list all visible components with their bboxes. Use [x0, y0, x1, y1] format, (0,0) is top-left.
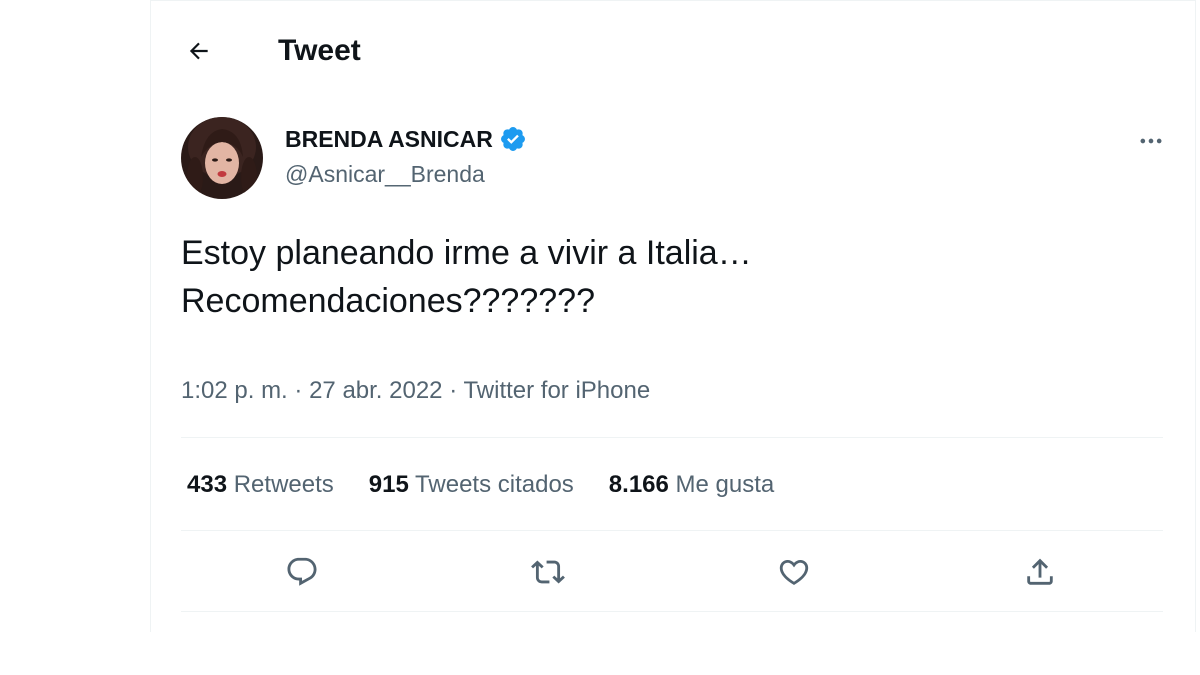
heart-icon	[779, 559, 809, 585]
verified-badge-icon	[499, 125, 527, 153]
tweet-time[interactable]: 1:02 p. m.	[181, 377, 288, 404]
tweet-source[interactable]: Twitter for iPhone	[463, 377, 650, 404]
meta-separator: ·	[449, 377, 458, 404]
author-handle[interactable]: @Asnicar__Brenda	[285, 157, 527, 191]
display-name[interactable]: BRENDA ASNICAR	[285, 126, 493, 153]
quotes-label: Tweets citados	[415, 471, 574, 498]
retweet-button[interactable]	[525, 549, 571, 595]
more-options-button[interactable]	[1133, 123, 1169, 159]
arrow-left-icon	[189, 42, 208, 60]
reply-button[interactable]	[279, 549, 325, 595]
header: Tweet	[151, 1, 1195, 99]
likes-count: 8.166	[608, 471, 669, 498]
tweet-column: Tweet BRENDA ASNICAR @Asnicar__Brenda Es…	[150, 0, 1196, 632]
page-title: Tweet	[278, 34, 361, 67]
reply-icon	[287, 557, 317, 586]
tweet-actions	[151, 549, 1195, 595]
tweet-meta: 1:02 p. m. · 27 abr. 2022 · Twitter for …	[181, 374, 650, 408]
retweets-stat[interactable]: 433 Retweets	[187, 467, 334, 503]
divider	[181, 611, 1163, 612]
author-block: BRENDA ASNICAR @Asnicar__Brenda	[285, 121, 527, 191]
retweets-label: Retweets	[233, 471, 334, 498]
quotes-count: 915	[368, 471, 409, 498]
tweet-text: Estoy planeando irme a vivir a Italia… R…	[181, 234, 752, 320]
display-name-row: BRENDA ASNICAR	[285, 121, 527, 157]
likes-stat[interactable]: 8.166 Me gusta	[609, 467, 774, 503]
share-icon	[1027, 558, 1053, 585]
back-button[interactable]	[181, 33, 217, 69]
likes-label: Me gusta	[675, 471, 775, 498]
tweet-date[interactable]: 27 abr. 2022	[309, 377, 442, 404]
like-button[interactable]	[771, 549, 817, 595]
divider	[181, 530, 1163, 531]
retweets-count: 433	[187, 471, 228, 498]
page: Tweet BRENDA ASNICAR @Asnicar__Brenda Es…	[0, 0, 1200, 675]
avatar-image	[181, 117, 263, 199]
quotes-stat[interactable]: 915 Tweets citados	[369, 467, 574, 503]
divider	[181, 437, 1163, 438]
avatar[interactable]	[181, 117, 263, 199]
retweet-icon	[531, 560, 565, 584]
share-button[interactable]	[1017, 549, 1063, 595]
more-dots-icon	[1140, 138, 1162, 144]
tweet-stats: 433 Retweets 915 Tweets citados 8.166 Me…	[187, 467, 809, 503]
meta-separator: ·	[294, 377, 303, 404]
